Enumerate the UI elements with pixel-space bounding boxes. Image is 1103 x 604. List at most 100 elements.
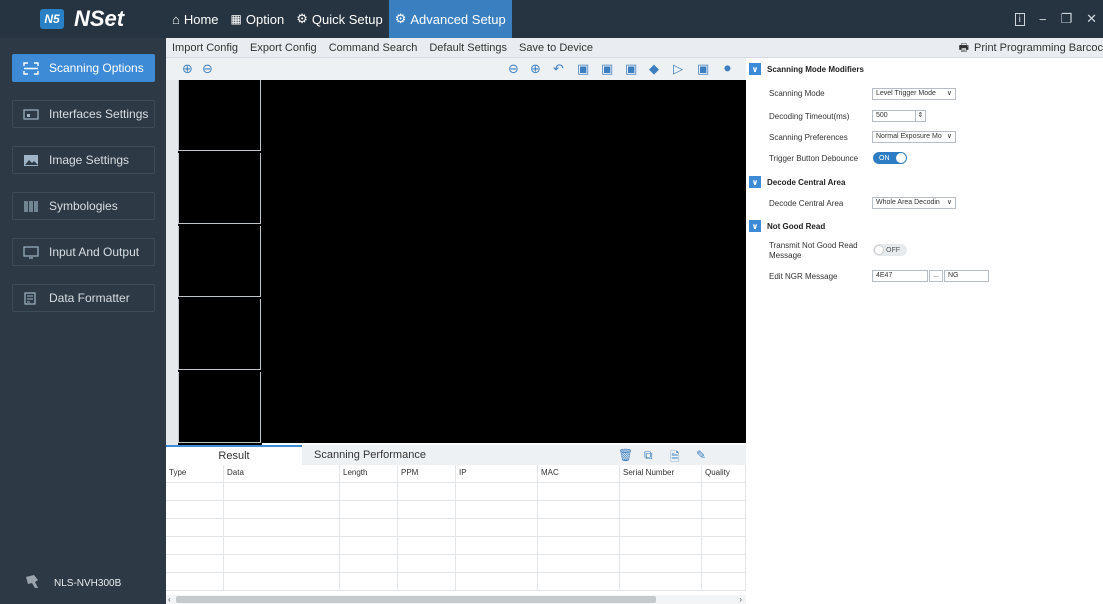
nav-option[interactable]: ▦ Option — [225, 0, 291, 38]
default-settings-button[interactable]: Default Settings — [423, 42, 513, 54]
horizontal-scrollbar[interactable]: ‹ › — [166, 595, 746, 604]
sidebar-item-interfaces-settings[interactable]: Interfaces Settings — [12, 100, 155, 128]
monitor-icon — [23, 245, 39, 259]
decode-central-area-select[interactable]: Whole Area Decodin ∨ — [872, 197, 956, 209]
table-row[interactable] — [166, 573, 746, 591]
table-row[interactable] — [166, 537, 746, 555]
decoding-timeout-stepper[interactable]: 500 ⇕ — [872, 110, 926, 122]
zoom-out-icon[interactable]: ⊖ — [508, 61, 519, 77]
toggle-knob — [874, 245, 884, 255]
section-title: Scanning Mode Modifiers — [767, 64, 864, 74]
sidebar-item-label: Symbologies — [49, 199, 118, 213]
scanning-preferences-select[interactable]: Normal Exposure Mo ∨ — [872, 131, 956, 143]
sidebar: Scanning Options Interfaces Settings Ima… — [0, 38, 166, 604]
image-icon[interactable]: ▣ — [601, 61, 613, 77]
print-barcode-button[interactable]: 🖶 Print Programming Barcoc — [959, 38, 1103, 58]
image-viewer[interactable] — [262, 80, 746, 443]
thumbnail[interactable] — [178, 299, 261, 370]
interface-icon — [23, 108, 39, 121]
undo-icon[interactable]: ↶ — [553, 61, 564, 77]
nav-home[interactable]: ⌂ Home — [166, 0, 225, 38]
nav-advanced-setup[interactable]: ⚙ Advanced Setup — [388, 0, 512, 38]
column-header: IP — [456, 465, 538, 483]
delete-icon[interactable]: 🗑 — [618, 448, 633, 462]
image-add-icon[interactable]: ▣ — [625, 61, 637, 77]
minimize-button[interactable]: − — [1039, 12, 1047, 27]
chevron-down-icon: ∨ — [749, 220, 761, 232]
table-row[interactable] — [166, 483, 746, 501]
option-icon: ▦ — [230, 12, 242, 26]
trigger-debounce-toggle[interactable]: ON — [873, 152, 907, 164]
table-row[interactable] — [166, 501, 746, 519]
scrollbar-thumb[interactable] — [176, 596, 656, 603]
decode-central-area-label: Decode Central Area — [769, 199, 844, 208]
thumbnail[interactable] — [178, 372, 261, 443]
nav-home-label: Home — [183, 11, 219, 27]
sidebar-item-label: Image Settings — [49, 153, 130, 167]
column-header: Data — [224, 465, 340, 483]
sidebar-item-symbologies[interactable]: Symbologies — [12, 192, 155, 220]
command-search-button[interactable]: Command Search — [323, 42, 424, 54]
chevron-down-icon: ∨ — [749, 176, 761, 188]
sidebar-item-label: Interfaces Settings — [49, 107, 149, 121]
table-row[interactable] — [166, 555, 746, 573]
result-table: Type Data Length PPM IP MAC Serial Numbe… — [166, 465, 746, 598]
barcode-icon — [23, 200, 39, 213]
transmit-ngr-toggle[interactable]: OFF — [873, 244, 907, 256]
scroll-right-icon[interactable]: › — [739, 595, 742, 604]
section-not-good-read[interactable]: ∨ Not Good Read — [749, 219, 1103, 233]
tab-result[interactable]: Result — [166, 445, 302, 465]
image-icon[interactable]: ▣ — [577, 61, 589, 77]
import-config-button[interactable]: Import Config — [166, 42, 244, 54]
sidebar-item-data-formatter[interactable]: Data Formatter — [12, 284, 155, 312]
print-barcode-label: Print Programming Barcoc — [974, 42, 1103, 54]
nav-quick-setup[interactable]: ⚙ Quick Setup — [290, 0, 388, 38]
copy-icon[interactable]: ⧉ — [644, 448, 653, 463]
scanning-mode-select[interactable]: Level Trigger Mode ∨ — [872, 88, 956, 100]
thumbnail-scrollbar[interactable] — [166, 80, 178, 445]
section-scanning-mode-modifiers[interactable]: ∨ Scanning Mode Modifiers — [749, 62, 1103, 76]
sidebar-item-input-and-output[interactable]: Input And Output — [12, 238, 155, 266]
sidebar-item-image-settings[interactable]: Image Settings — [12, 146, 155, 174]
thumbnail[interactable] — [178, 226, 261, 297]
table-row[interactable] — [166, 519, 746, 537]
scanning-preferences-label: Scanning Preferences — [769, 133, 848, 142]
export-config-button[interactable]: Export Config — [244, 42, 323, 54]
column-header: Length — [340, 465, 398, 483]
info-button[interactable]: i — [1014, 12, 1025, 26]
sidebar-item-scanning-options[interactable]: Scanning Options — [12, 54, 155, 82]
result-tabs: Result Scanning Performance 🗑 ⧉ 🗎 ✎ — [166, 445, 746, 465]
image-upload-icon[interactable]: ▣ — [697, 61, 709, 77]
close-button[interactable]: ✕ — [1086, 11, 1097, 27]
nav-quick-setup-label: Quick Setup — [311, 11, 383, 27]
edit-icon[interactable]: ✎ — [696, 448, 706, 462]
column-header: Type — [166, 465, 224, 483]
edit-icon — [23, 291, 39, 305]
toggle-state: OFF — [886, 246, 900, 254]
thumbnail[interactable] — [178, 153, 261, 224]
target-icon[interactable]: ◆ — [649, 61, 659, 77]
collapse-up-icon[interactable]: ⊕ — [182, 61, 193, 77]
stepper-icon[interactable]: ⇕ — [915, 111, 925, 121]
light-icon[interactable]: ⚫ — [722, 61, 733, 77]
gear-icon: ⚙ — [296, 11, 308, 26]
play-icon[interactable]: ▷ — [673, 61, 683, 77]
tab-scanning-performance[interactable]: Scanning Performance — [302, 445, 438, 465]
section-decode-central-area[interactable]: ∨ Decode Central Area — [749, 175, 1103, 189]
zoom-in-icon[interactable]: ⊕ — [530, 61, 541, 77]
restore-button[interactable]: ❐ — [1060, 11, 1072, 27]
section-title: Decode Central Area — [767, 177, 846, 187]
viewer-toolbar: ⊕ ⊖ ⊖ ⊕ ↶ ▣ ▣ ▣ ◆ ▷ ▣ ⚫ — [166, 58, 746, 80]
scroll-left-icon[interactable]: ‹ — [168, 595, 171, 604]
decoding-timeout-value: 500 — [876, 112, 888, 119]
edit-ngr-hex-field[interactable]: 4E47 — [872, 270, 928, 282]
collapse-down-icon[interactable]: ⊖ — [202, 61, 213, 77]
column-header: Quality — [702, 465, 746, 483]
thumbnail[interactable] — [178, 80, 261, 151]
save-to-device-button[interactable]: Save to Device — [513, 42, 599, 54]
edit-ngr-ellipsis-button[interactable]: ... — [929, 270, 943, 282]
device-info[interactable]: NLS-NVH300B — [24, 574, 121, 593]
column-header: Serial Number — [620, 465, 702, 483]
edit-ngr-text-field[interactable]: NG — [944, 270, 989, 282]
scanning-preferences-value: Normal Exposure Mo — [876, 133, 942, 140]
